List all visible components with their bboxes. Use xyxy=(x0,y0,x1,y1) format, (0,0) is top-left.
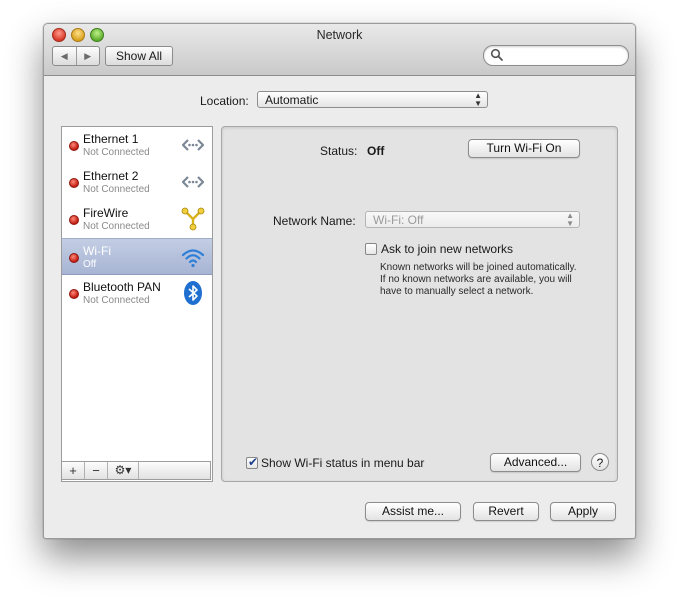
ask-join-help-line-1: Known networks will be joined automatica… xyxy=(380,262,577,273)
search-input[interactable] xyxy=(506,47,620,64)
help-button[interactable]: ? xyxy=(591,453,609,471)
ask-to-join-label: Ask to join new networks xyxy=(381,242,514,256)
bluetooth-icon xyxy=(184,281,202,305)
firewire-icon xyxy=(181,207,205,231)
service-status: Not Connected xyxy=(83,221,150,232)
popup-arrows-icon: ▲ ▼ xyxy=(566,210,574,228)
status-dot-icon xyxy=(69,215,79,225)
service-status: Off xyxy=(83,259,97,270)
ask-to-join-checkbox[interactable] xyxy=(365,243,377,255)
gear-icon[interactable]: ⚙▾ xyxy=(108,462,139,479)
service-item-firewire[interactable]: FireWire Not Connected xyxy=(62,201,212,238)
wifi-detail-pane: Status: Off Turn Wi-Fi On Network Name: … xyxy=(221,126,618,482)
status-label: Status: xyxy=(320,144,358,158)
service-item-bluetooth-pan[interactable]: Bluetooth PAN Not Connected xyxy=(62,275,212,312)
service-list-controls: + − ⚙▾ xyxy=(61,461,211,480)
ask-join-help-line-3: have to manually select a network. xyxy=(380,286,534,297)
location-label: Location: xyxy=(200,94,249,108)
status-dot-icon xyxy=(69,253,79,263)
service-name: Ethernet 1 xyxy=(83,132,139,146)
add-service-button[interactable]: + xyxy=(62,462,85,479)
popup-arrows-icon: ▲ ▼ xyxy=(474,90,482,108)
apply-button[interactable]: Apply xyxy=(550,502,616,521)
search-field[interactable] xyxy=(483,45,629,66)
service-name: Ethernet 2 xyxy=(83,169,139,183)
service-item-wifi[interactable]: Wi-Fi Off xyxy=(62,238,212,275)
ask-join-help-line-2: If no known networks are available, you … xyxy=(380,274,572,285)
remove-service-button[interactable]: − xyxy=(85,462,108,479)
status-dot-icon xyxy=(69,178,79,188)
turn-wifi-on-button[interactable]: Turn Wi-Fi On xyxy=(468,139,580,158)
advanced-button[interactable]: Advanced... xyxy=(490,453,581,472)
revert-button[interactable]: Revert xyxy=(473,502,539,521)
network-preferences-window: Network ◀ ▶ Show All Location: Automatic… xyxy=(43,23,636,539)
location-popup[interactable]: Automatic ▲ ▼ xyxy=(257,91,488,108)
assist-me-button[interactable]: Assist me... xyxy=(365,502,461,521)
status-dot-icon xyxy=(69,289,79,299)
search-icon xyxy=(490,48,503,61)
service-status: Not Connected xyxy=(83,147,150,158)
wifi-icon xyxy=(181,249,205,268)
window-title: Network xyxy=(316,28,363,42)
service-name: Bluetooth PAN xyxy=(83,280,161,294)
network-name-label: Network Name: xyxy=(273,214,356,228)
ethernet-icon xyxy=(181,139,205,151)
forward-arrow-icon[interactable]: ▶ xyxy=(75,47,100,65)
service-status: Not Connected xyxy=(83,184,150,195)
show-wifi-status-checkbox[interactable] xyxy=(246,455,258,469)
service-status: Not Connected xyxy=(83,295,150,306)
status-dot-icon xyxy=(69,141,79,151)
service-list[interactable]: Ethernet 1 Not Connected Ethernet 2 Not … xyxy=(61,126,213,482)
service-name: Wi-Fi xyxy=(83,244,111,258)
status-value: Off xyxy=(367,144,385,158)
service-name: FireWire xyxy=(83,206,129,220)
back-forward-control: ◀ ▶ xyxy=(52,46,100,66)
back-arrow-icon[interactable]: ◀ xyxy=(53,47,76,65)
title-toolbar: Network ◀ ▶ Show All xyxy=(44,24,635,76)
show-all-button[interactable]: Show All xyxy=(105,46,174,66)
ethernet-icon xyxy=(181,176,205,188)
service-item-ethernet-2[interactable]: Ethernet 2 Not Connected xyxy=(62,164,212,201)
network-name-value: Wi-Fi: Off xyxy=(373,213,424,227)
service-item-ethernet-1[interactable]: Ethernet 1 Not Connected xyxy=(62,127,212,164)
network-name-popup[interactable]: Wi-Fi: Off ▲ ▼ xyxy=(365,211,580,228)
show-wifi-status-label: Show Wi-Fi status in menu bar xyxy=(261,456,425,470)
location-value: Automatic xyxy=(265,93,319,107)
